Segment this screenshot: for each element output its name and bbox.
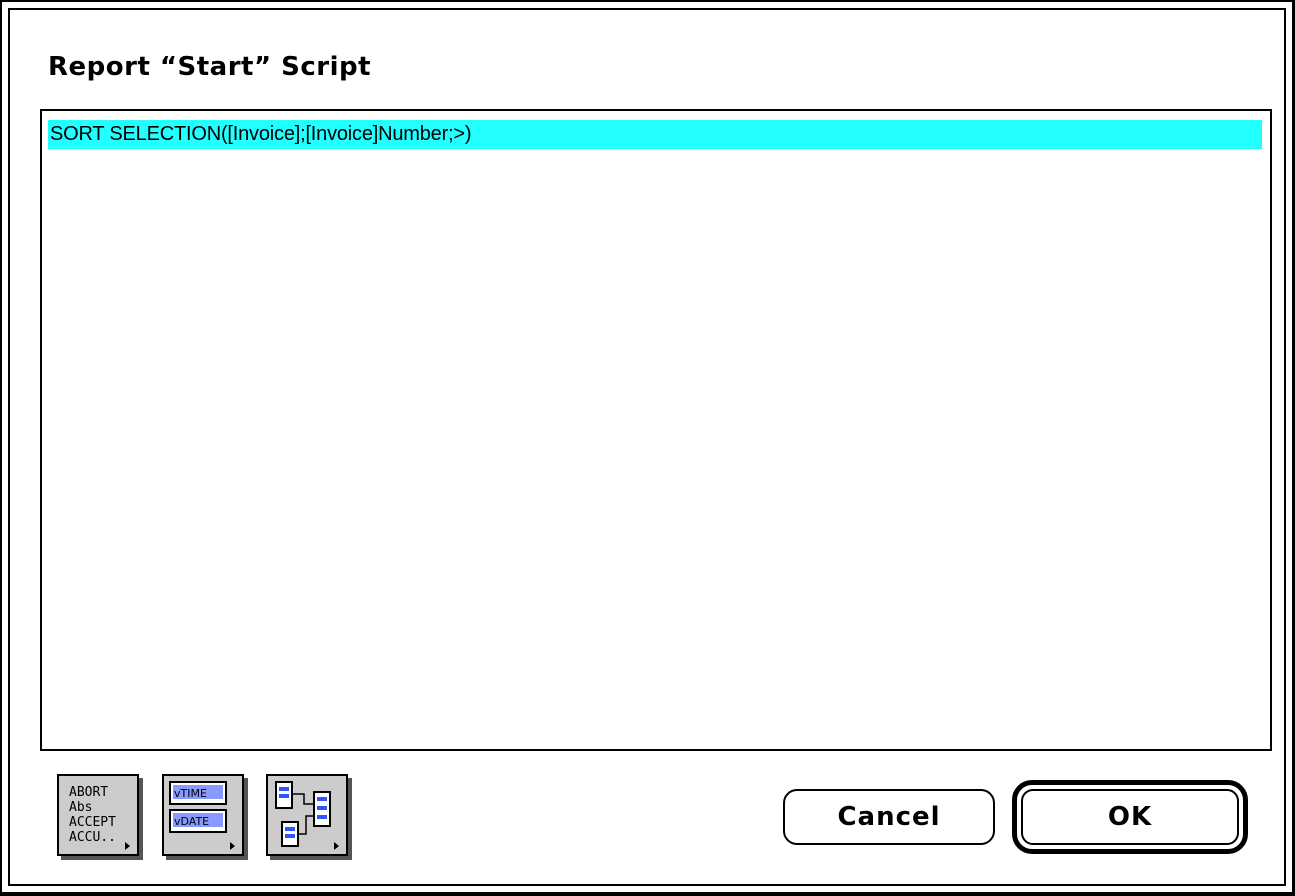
field-item: vTIME bbox=[174, 787, 207, 800]
field-list-icon: vTIME vDATE bbox=[169, 781, 235, 850]
command-list-icon: ABORT Abs ACCEPT ACCU.. bbox=[69, 785, 130, 850]
command-item: ABORT bbox=[69, 785, 108, 800]
tables-palette-button[interactable] bbox=[266, 774, 348, 856]
field-item: vDATE bbox=[174, 815, 209, 828]
script-line[interactable]: SORT SELECTION([Invoice];[Invoice]Number… bbox=[48, 120, 1262, 149]
script-editor[interactable]: SORT SELECTION([Invoice];[Invoice]Number… bbox=[40, 109, 1272, 751]
commands-palette-button[interactable]: ABORT Abs ACCEPT ACCU.. bbox=[57, 774, 139, 856]
fields-palette-button[interactable]: vTIME vDATE bbox=[162, 774, 244, 856]
command-item: ACCEPT bbox=[69, 815, 116, 830]
dialog-title: Report “Start” Script bbox=[48, 52, 372, 82]
table-structure-icon bbox=[275, 781, 339, 850]
command-item: Abs bbox=[69, 800, 92, 815]
script-dialog: Report “Start” Script SORT SELECTION([In… bbox=[0, 0, 1295, 896]
cancel-button[interactable]: Cancel bbox=[783, 789, 995, 845]
command-item: ACCU.. bbox=[69, 830, 116, 845]
ok-button[interactable]: OK bbox=[1021, 789, 1239, 845]
